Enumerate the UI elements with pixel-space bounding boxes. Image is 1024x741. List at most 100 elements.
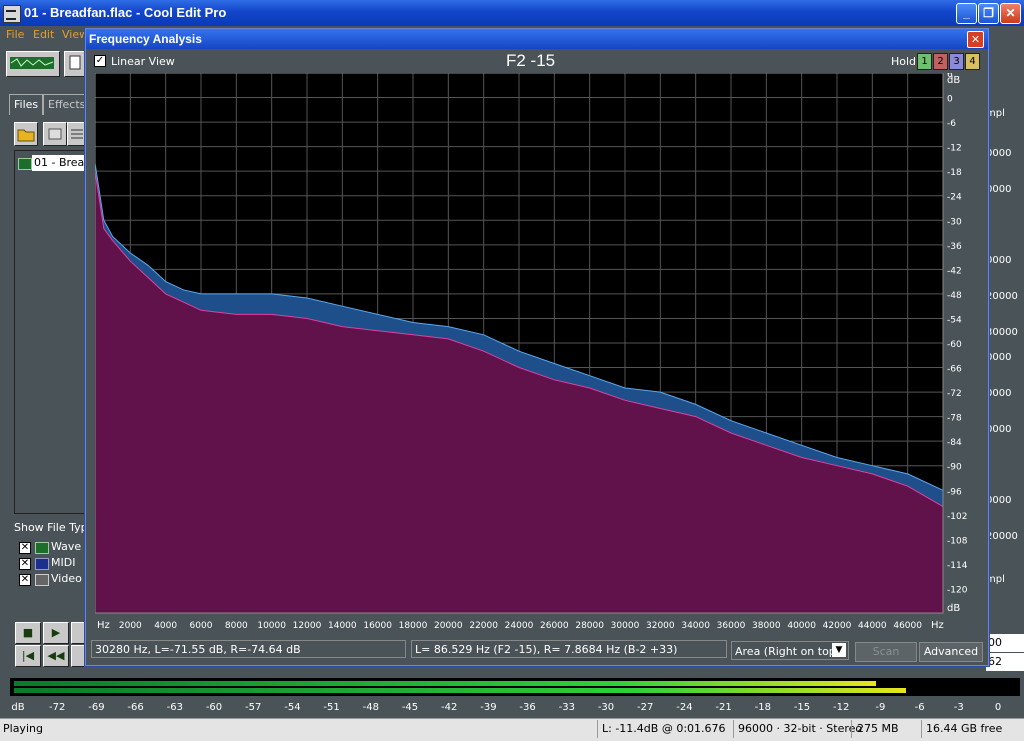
level-scale-label: -72: [49, 702, 65, 713]
close-file-button[interactable]: [43, 122, 67, 146]
y-tick-label: -18: [947, 168, 962, 178]
level-scale-label: -24: [676, 702, 692, 713]
restore-button[interactable]: ❐: [978, 3, 999, 24]
x-tick-label: 38000: [752, 621, 781, 631]
y-tick-label: -60: [947, 340, 962, 350]
y-tick-label: 0: [947, 95, 953, 105]
right-label: 0000: [986, 148, 1012, 159]
right-label: 0000: [986, 255, 1012, 266]
video-type-icon: [35, 574, 49, 586]
y-tick-label: -54: [947, 315, 962, 325]
go-to-start-button[interactable]: |◀: [15, 645, 41, 667]
hold-button-label: 2: [937, 56, 944, 67]
level-scale-label: -15: [794, 702, 810, 713]
close-icon[interactable]: ✕: [967, 31, 984, 48]
stop-button[interactable]: ■: [15, 622, 41, 644]
tab-effects[interactable]: Effects: [43, 94, 91, 115]
x-unit-label: Hz: [931, 620, 944, 631]
level-meter-scale: dB -72 -69 -66 -63 -60 -57 -54 -51 -48 -45 -42 -39 -3…: [11, 702, 1001, 713]
x-tick-label: 44000: [858, 621, 887, 631]
x-tick-label: 28000: [575, 621, 604, 631]
open-folder-button[interactable]: [14, 122, 38, 146]
list-icon: [71, 129, 83, 139]
level-scale-label: -39: [480, 702, 496, 713]
chevron-down-icon[interactable]: ▼: [832, 643, 846, 657]
level-scale-label: -54: [284, 702, 300, 713]
y-tick-label: -72: [947, 389, 962, 399]
level-scale-label: -30: [598, 702, 614, 713]
play-button[interactable]: ▶: [43, 622, 69, 644]
midi-type-checkbox[interactable]: ✕: [19, 558, 31, 570]
tab-files[interactable]: Files: [9, 94, 44, 115]
y-tick-label: -84: [947, 438, 962, 448]
right-label: 0000: [986, 352, 1012, 363]
level-scale-label: -36: [519, 702, 535, 713]
menu-file[interactable]: File: [6, 28, 24, 41]
wave-type-checkbox[interactable]: ✕: [19, 542, 31, 554]
right-label: 0000: [986, 495, 1012, 506]
level-scale-label: -66: [127, 702, 143, 713]
hold-button-label: 4: [969, 56, 976, 67]
x-tick-label: 8000: [225, 621, 248, 631]
x-tick-label: 26000: [540, 621, 569, 631]
level-time: L: -11.4dB @ 0:01.676: [602, 722, 726, 735]
x-tick-label: 30000: [611, 621, 640, 631]
note-label: F2 -15: [506, 51, 556, 70]
level-scale-label: -45: [402, 702, 418, 713]
insert-button[interactable]: [67, 122, 87, 146]
level-scale-label: -3: [954, 702, 964, 713]
right-label: 20000: [986, 291, 1018, 302]
x-tick-label: 2000: [119, 621, 142, 631]
y-tick-label: -114: [947, 561, 968, 571]
rewind-button[interactable]: ◀◀: [43, 645, 69, 667]
x-tick-label: 32000: [646, 621, 675, 631]
new-file-button[interactable]: [64, 51, 86, 77]
audio-format: 96000 · 32-bit · Stereo: [738, 722, 863, 735]
level-scale-label: -63: [167, 702, 183, 713]
hold-button-1[interactable]: 1: [917, 53, 932, 70]
spectrum-chart[interactable]: dB 6 0 -6 -12 -18 -24 -30 -36 -42 -48 -54 -60 -66 -72 -…: [95, 73, 969, 637]
menu-edit[interactable]: Edit: [33, 28, 54, 41]
x-tick-label: 36000: [717, 621, 746, 631]
level-scale-label: -12: [833, 702, 849, 713]
right-panel: [986, 100, 1024, 600]
y-tick-label: -24: [947, 193, 962, 203]
advanced-button[interactable]: Advanced: [919, 642, 983, 662]
level-scale-label: -57: [245, 702, 261, 713]
cursor-readout: 30280 Hz, L=-71.55 dB, R=-74.64 dB: [91, 640, 406, 658]
y-unit-label: dB: [947, 603, 960, 614]
x-tick-label: 4000: [154, 621, 177, 631]
window-title: 01 - Breadfan.flac - Cool Edit Pro: [24, 5, 227, 20]
midi-type-label: MIDI: [51, 556, 76, 569]
x-tick-label: 20000: [434, 621, 463, 631]
right-value-box[interactable]: 62: [986, 653, 1024, 671]
linear-view-checkbox[interactable]: ✓: [94, 55, 106, 67]
app-icon[interactable]: [3, 5, 21, 23]
wave-file-icon: [18, 158, 32, 170]
hold-button-2[interactable]: 2: [933, 53, 948, 70]
level-scale-label: -42: [441, 702, 457, 713]
x-tick-label: 42000: [823, 621, 852, 631]
status-divider: [597, 720, 598, 738]
right-value-box[interactable]: 00: [986, 634, 1024, 652]
frequency-analysis-titlebar: Frequency Analysis ✕: [86, 29, 988, 49]
y-tick-label: -12: [947, 144, 962, 154]
close-window-button[interactable]: ✕: [1000, 3, 1021, 24]
y-tick-label: -90: [947, 463, 962, 473]
video-type-checkbox[interactable]: ✕: [19, 574, 31, 586]
midi-type-icon: [35, 558, 49, 570]
hold-button-label: 3: [953, 56, 960, 67]
minimize-button[interactable]: _: [956, 3, 977, 24]
video-type-label: Video: [51, 572, 82, 585]
scan-button[interactable]: Scan: [855, 642, 917, 662]
waveform-view-button[interactable]: [6, 51, 60, 77]
hold-button-4[interactable]: 4: [965, 53, 980, 70]
y-tick-label: -120: [947, 585, 968, 595]
right-label: 20000: [986, 531, 1018, 542]
x-tick-label: 10000: [257, 621, 286, 631]
wave-type-label: Wave: [51, 540, 82, 553]
y-tick-label: 6: [947, 73, 953, 80]
level-scale-label: -9: [875, 702, 885, 713]
hold-button-3[interactable]: 3: [949, 53, 964, 70]
y-tick-label: -66: [947, 365, 962, 375]
